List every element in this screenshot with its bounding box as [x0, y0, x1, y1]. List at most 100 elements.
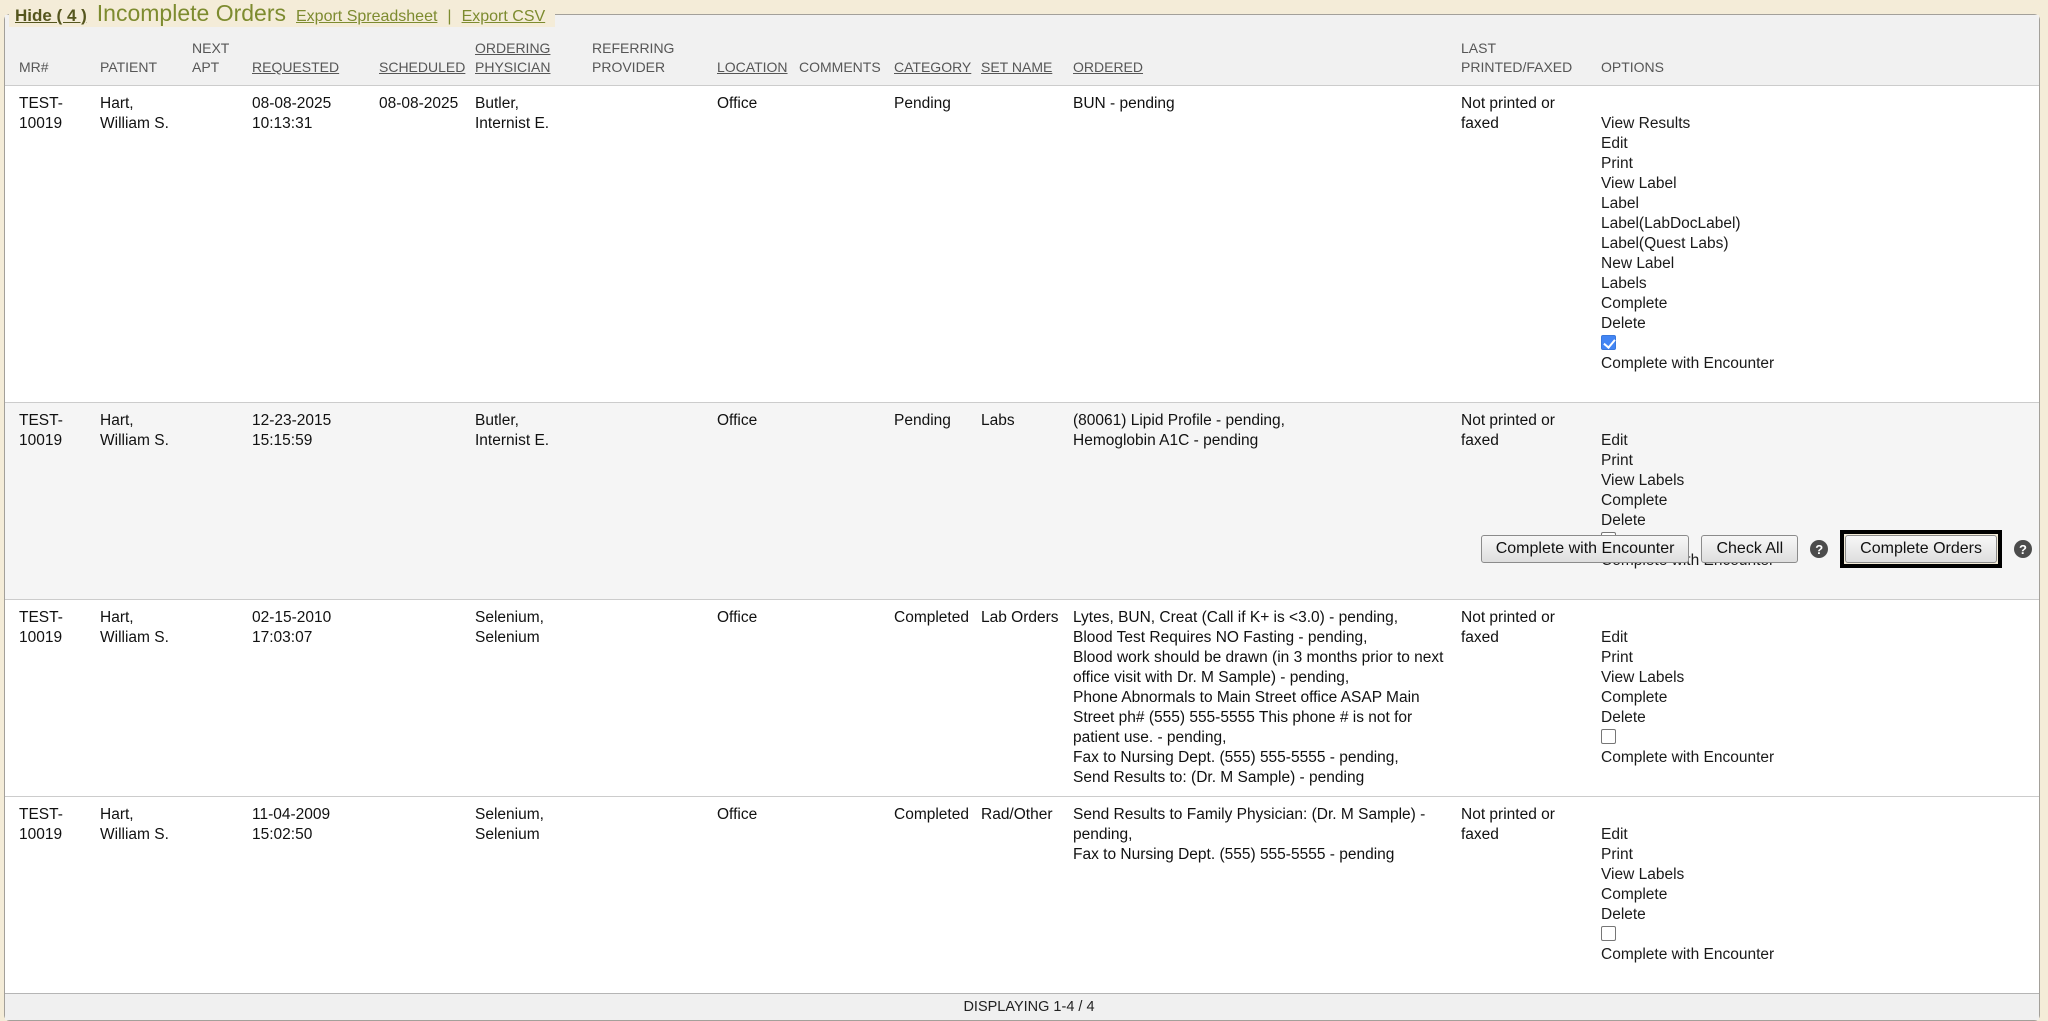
- complete-orders-focus-ring: Complete Orders: [1840, 530, 2002, 568]
- col-header-location[interactable]: LOCATION: [717, 15, 799, 86]
- print-link[interactable]: Print: [1601, 648, 1633, 668]
- table-row: TEST-10019 Hart, William S. 11-04-2009 1…: [5, 797, 2039, 994]
- help-icon[interactable]: ?: [1810, 540, 1828, 558]
- col-header-comments: COMMENTS: [799, 15, 894, 86]
- table-row: TEST-10019 Hart, William S. 08-08-2025 1…: [5, 86, 2039, 403]
- complete-orders-button[interactable]: Complete Orders: [1845, 535, 1997, 563]
- ordering-physician-cell: Selenium, Selenium: [475, 600, 592, 797]
- options-cell: Edit Print View Labels Complete Delete C…: [1601, 403, 2039, 600]
- ordered-cell: BUN - pending: [1073, 86, 1461, 403]
- print-link[interactable]: Print: [1601, 451, 1633, 471]
- patient-cell: Hart, William S.: [100, 600, 192, 797]
- export-csv-link[interactable]: Export CSV: [462, 8, 546, 26]
- location-cell: Office: [717, 600, 799, 797]
- ordered-cell: Send Results to Family Physician: (Dr. M…: [1073, 797, 1461, 994]
- patient-cell: Hart, William S.: [100, 86, 192, 403]
- set-name-cell: Rad/Other: [981, 797, 1073, 994]
- orders-table: MR# PATIENT NEXT APT REQUESTED SCHEDULED…: [5, 15, 2039, 1020]
- category-cell: Completed: [894, 797, 981, 994]
- ordered-cell: (80061) Lipid Profile - pending, Hemoglo…: [1073, 403, 1461, 600]
- referring-provider-cell: [592, 797, 717, 994]
- export-spreadsheet-link[interactable]: Export Spreadsheet: [296, 8, 437, 26]
- category-cell: Pending: [894, 86, 981, 403]
- col-header-referring-provider: REFERRING PROVIDER: [592, 15, 717, 86]
- scheduled-cell: 08-08-2025: [379, 86, 475, 403]
- row-select-checkbox[interactable]: [1601, 335, 1616, 350]
- view-labels-link[interactable]: View Labels: [1601, 668, 1684, 688]
- view-labels-link[interactable]: View Labels: [1601, 865, 1684, 885]
- col-header-ordered[interactable]: ORDERED: [1073, 15, 1461, 86]
- scheduled-cell: [379, 600, 475, 797]
- category-cell: Pending: [894, 403, 981, 600]
- row-select-checkbox[interactable]: [1601, 729, 1616, 744]
- complete-with-encounter-button[interactable]: Complete with Encounter: [1481, 535, 1690, 563]
- delete-link[interactable]: Delete: [1601, 708, 1646, 728]
- complete-with-encounter-link[interactable]: Complete with Encounter: [1601, 354, 2020, 374]
- last-printed-cell: Not printed or faxed: [1461, 600, 1601, 797]
- incomplete-orders-panel: Hide ( 4 ) Incomplete Orders Export Spre…: [4, 14, 2040, 1021]
- table-row: TEST-10019 Hart, William S. 02-15-2010 1…: [5, 600, 2039, 797]
- panel-legend: Hide ( 4 ) Incomplete Orders Export Spre…: [9, 0, 555, 27]
- delete-link[interactable]: Delete: [1601, 511, 1646, 531]
- requested-cell: 02-15-2010 17:03:07: [252, 600, 379, 797]
- patient-cell: Hart, William S.: [100, 403, 192, 600]
- new-label-link[interactable]: New Label: [1601, 254, 1674, 274]
- help-icon[interactable]: ?: [2014, 540, 2032, 558]
- referring-provider-cell: [592, 86, 717, 403]
- comments-cell: [799, 600, 894, 797]
- ordering-physician-cell: Butler, Internist E.: [475, 86, 592, 403]
- check-all-button[interactable]: Check All: [1701, 535, 1798, 563]
- next-apt-cell: [192, 403, 252, 600]
- patient-cell: Hart, William S.: [100, 797, 192, 994]
- set-name-cell: Labs: [981, 403, 1073, 600]
- labels-link[interactable]: Labels: [1601, 274, 1647, 294]
- label-labdoclabel-link[interactable]: Label(LabDocLabel): [1601, 214, 1741, 234]
- next-apt-cell: [192, 86, 252, 403]
- scheduled-cell: [379, 403, 475, 600]
- print-link[interactable]: Print: [1601, 154, 1633, 174]
- complete-with-encounter-link[interactable]: Complete with Encounter: [1601, 945, 2020, 965]
- panel-title: Incomplete Orders: [97, 0, 286, 27]
- displaying-count: DISPLAYING 1-4 / 4: [5, 994, 2039, 1021]
- label-quest-labs-link[interactable]: Label(Quest Labs): [1601, 234, 1729, 254]
- next-apt-cell: [192, 797, 252, 994]
- col-header-options: OPTIONS: [1601, 15, 2039, 86]
- comments-cell: [799, 86, 894, 403]
- complete-link[interactable]: Complete: [1601, 491, 1667, 511]
- ordered-cell: Lytes, BUN, Creat (Call if K+ is <3.0) -…: [1073, 600, 1461, 797]
- set-name-cell: [981, 86, 1073, 403]
- complete-with-encounter-link[interactable]: Complete with Encounter: [1601, 748, 2020, 768]
- edit-link[interactable]: Edit: [1601, 628, 1628, 648]
- hide-orders-link[interactable]: Hide ( 4 ): [15, 6, 87, 26]
- complete-link[interactable]: Complete: [1601, 688, 1667, 708]
- complete-link[interactable]: Complete: [1601, 885, 1667, 905]
- row-select-checkbox[interactable]: [1601, 926, 1616, 941]
- referring-provider-cell: [592, 403, 717, 600]
- location-cell: Office: [717, 403, 799, 600]
- delete-link[interactable]: Delete: [1601, 314, 1646, 334]
- ordering-physician-cell: Selenium, Selenium: [475, 797, 592, 994]
- comments-cell: [799, 797, 894, 994]
- delete-link[interactable]: Delete: [1601, 905, 1646, 925]
- requested-cell: 11-04-2009 15:02:50: [252, 797, 379, 994]
- edit-link[interactable]: Edit: [1601, 825, 1628, 845]
- col-header-set-name[interactable]: SET NAME: [981, 15, 1073, 86]
- view-label-link[interactable]: View Label: [1601, 174, 1677, 194]
- col-header-category[interactable]: CATEGORY: [894, 15, 981, 86]
- col-header-last-printed: LAST PRINTED/FAXED: [1461, 15, 1601, 86]
- referring-provider-cell: [592, 600, 717, 797]
- scheduled-cell: [379, 797, 475, 994]
- link-separator: |: [447, 8, 451, 26]
- edit-link[interactable]: Edit: [1601, 431, 1628, 451]
- complete-link[interactable]: Complete: [1601, 294, 1667, 314]
- paging-bar: DISPLAYING 1-4 / 4: [5, 994, 2039, 1021]
- options-cell: View Results Edit Print View Label Label…: [1601, 86, 2039, 403]
- edit-link[interactable]: Edit: [1601, 134, 1628, 154]
- view-results-link[interactable]: View Results: [1601, 114, 1690, 134]
- bottom-actions-bar: Complete with Encounter Check All ? Comp…: [1481, 530, 2032, 568]
- requested-cell: 12-23-2015 15:15:59: [252, 403, 379, 600]
- mr-cell: TEST-10019: [5, 403, 100, 600]
- print-link[interactable]: Print: [1601, 845, 1633, 865]
- label-link[interactable]: Label: [1601, 194, 1639, 214]
- view-labels-link[interactable]: View Labels: [1601, 471, 1684, 491]
